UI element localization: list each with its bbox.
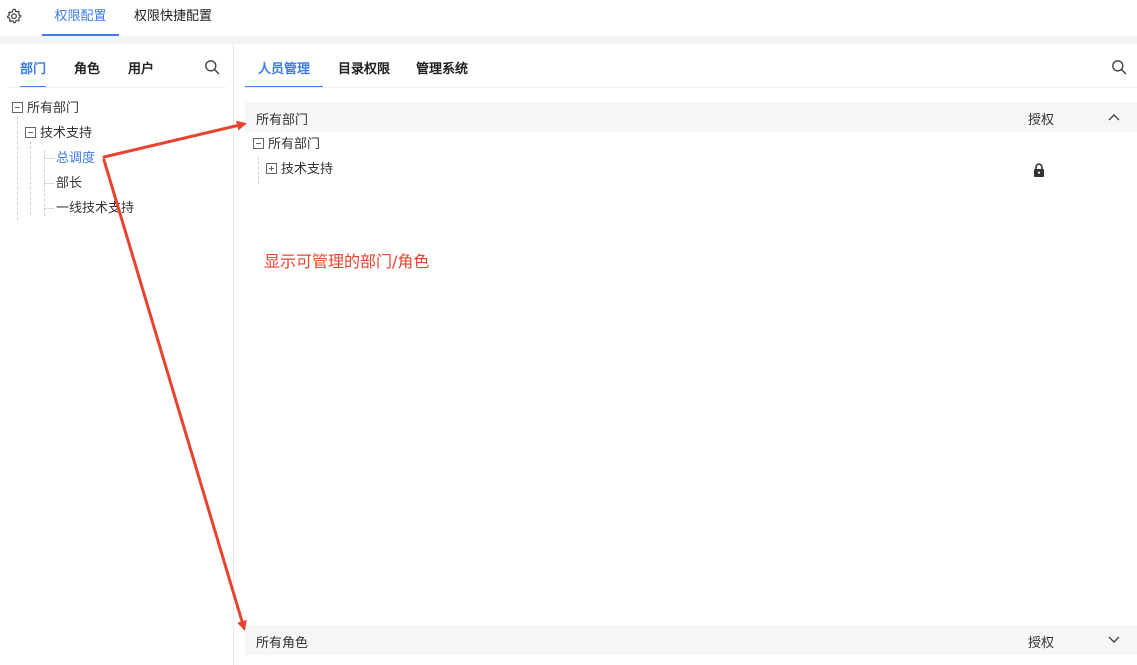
tab-directory-permission[interactable]: 目录权限: [338, 58, 390, 88]
right-panel: 人员管理 目录权限 管理系统 所有部门 授权 所有部门 技术支持 所有角色 授权: [235, 44, 1137, 665]
collapse-icon[interactable]: [25, 127, 36, 138]
gear-icon[interactable]: [6, 8, 22, 24]
tab-underline-divider: [8, 87, 226, 88]
tab-underline-divider: [245, 87, 1137, 88]
tree-guide-line: [17, 116, 18, 220]
search-icon[interactable]: [1111, 59, 1127, 75]
search-icon[interactable]: [204, 59, 220, 75]
tree-node-dispatcher[interactable]: 总调度: [56, 149, 95, 169]
tree-guide-line: [258, 157, 259, 184]
top-bar: 权限配置 权限快捷配置: [0, 0, 1137, 36]
chevron-up-icon[interactable]: [1107, 111, 1121, 123]
tree-node-label: 技术支持: [40, 126, 93, 141]
tab-personnel-management[interactable]: 人员管理: [245, 58, 323, 88]
collapse-icon[interactable]: [12, 102, 23, 113]
expand-icon[interactable]: [266, 163, 277, 174]
top-divider-strip: [0, 36, 1137, 44]
tree-node-all-departments[interactable]: 所有部门: [12, 99, 79, 119]
tab-department[interactable]: 部门: [20, 58, 47, 88]
tree-node-all-departments[interactable]: 所有部门: [253, 135, 320, 155]
tab-user[interactable]: 用户: [128, 58, 154, 88]
lock-icon[interactable]: [1033, 163, 1045, 177]
tree-guide-line: [30, 141, 31, 215]
tree-node-label: 技术支持: [281, 162, 334, 177]
section-header-departments[interactable]: 所有部门 授权: [245, 102, 1137, 132]
tab-management-system[interactable]: 管理系统: [416, 58, 468, 88]
tree-node-label: 所有部门: [27, 101, 80, 116]
tree-node-tech-support[interactable]: 技术支持: [266, 160, 333, 180]
authorize-column-label: 授权: [1028, 636, 1055, 651]
section-header-roles[interactable]: 所有角色 授权: [245, 625, 1137, 655]
tree-node-tech-support[interactable]: 技术支持: [25, 124, 92, 144]
tree-guide-line: [44, 208, 54, 209]
tree-node-minister[interactable]: 部长: [56, 174, 82, 194]
tab-permission-config[interactable]: 权限配置: [42, 0, 119, 36]
chevron-down-icon[interactable]: [1107, 634, 1121, 646]
tab-quick-permission-config[interactable]: 权限快捷配置: [134, 0, 212, 36]
left-panel: 部门 角色 用户 所有部门 技术支持 总调度 部长 一线技术支持: [0, 44, 234, 665]
collapse-icon[interactable]: [253, 138, 264, 149]
section-title: 所有部门: [256, 113, 309, 128]
annotation-text: 显示可管理的部门/角色: [264, 252, 430, 271]
tree-node-frontline-support[interactable]: 一线技术支持: [56, 199, 134, 219]
tab-role[interactable]: 角色: [74, 58, 100, 88]
tree-guide-line: [44, 158, 54, 159]
authorize-column-label: 授权: [1028, 113, 1055, 128]
tree-node-label: 所有部门: [268, 137, 321, 152]
tree-guide-line: [44, 183, 54, 184]
section-title: 所有角色: [256, 636, 309, 651]
